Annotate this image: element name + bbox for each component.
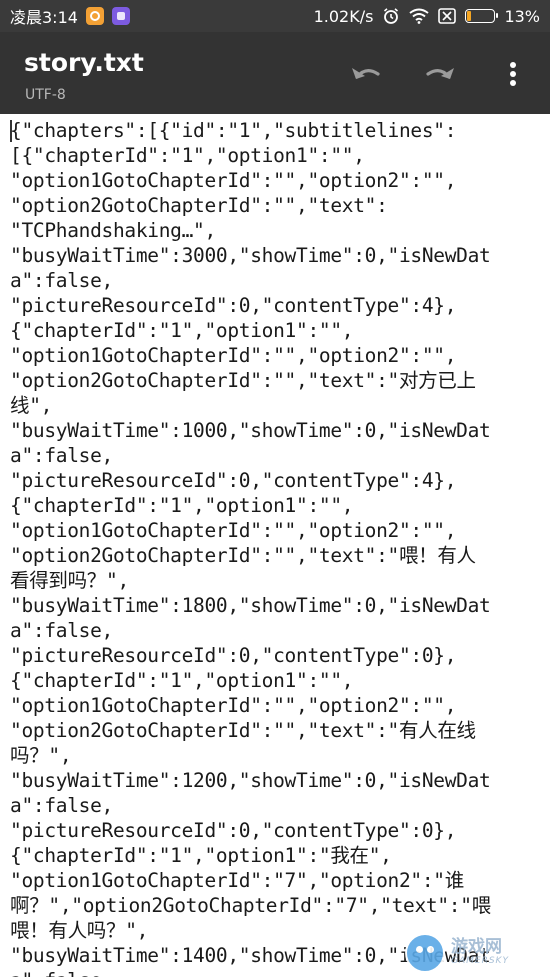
watermark-text: 游戏网 GAMERSKY bbox=[451, 938, 509, 967]
status-time: 凌晨3:14 bbox=[10, 8, 78, 27]
wifi-icon bbox=[409, 8, 430, 24]
sim-disabled-icon bbox=[438, 8, 457, 24]
battery-icon bbox=[465, 9, 499, 23]
battery-percent: 13% bbox=[504, 6, 540, 26]
more-options-button[interactable] bbox=[493, 54, 533, 94]
alarm-icon bbox=[382, 7, 400, 25]
mascot-logo-icon bbox=[405, 932, 445, 973]
encoding-label: UTF-8 bbox=[25, 87, 66, 103]
more-vert-icon bbox=[510, 62, 516, 86]
status-bar: 凌晨3:14 1.02K/s 13% bbox=[0, 0, 550, 32]
watermark-en: GAMERSKY bbox=[451, 955, 509, 966]
undo-icon bbox=[352, 68, 380, 79]
file-name-title: story.txt bbox=[24, 48, 144, 77]
notification-app-icon bbox=[85, 7, 104, 25]
undo-button[interactable] bbox=[346, 54, 386, 94]
battery-fill bbox=[467, 11, 471, 21]
redo-button[interactable] bbox=[420, 54, 460, 94]
redo-icon bbox=[426, 68, 454, 79]
gamersky-watermark: 游戏网 GAMERSKY bbox=[405, 928, 550, 977]
notification-app-icon bbox=[111, 7, 130, 25]
network-speed: 1.02K/s bbox=[313, 6, 374, 26]
watermark-cn: 游戏网 bbox=[451, 937, 502, 958]
text-editor[interactable]: {"chapters":[{"id":"1","subtitlelines": … bbox=[0, 114, 550, 977]
app-bar: story.txt UTF-8 bbox=[0, 32, 550, 114]
status-bar-right: 1.02K/s 13% bbox=[314, 7, 550, 26]
status-bar-left: 凌晨3:14 bbox=[0, 4, 130, 28]
editor-content[interactable]: {"chapters":[{"id":"1","subtitlelines": … bbox=[10, 118, 542, 977]
text-cursor bbox=[10, 120, 12, 142]
